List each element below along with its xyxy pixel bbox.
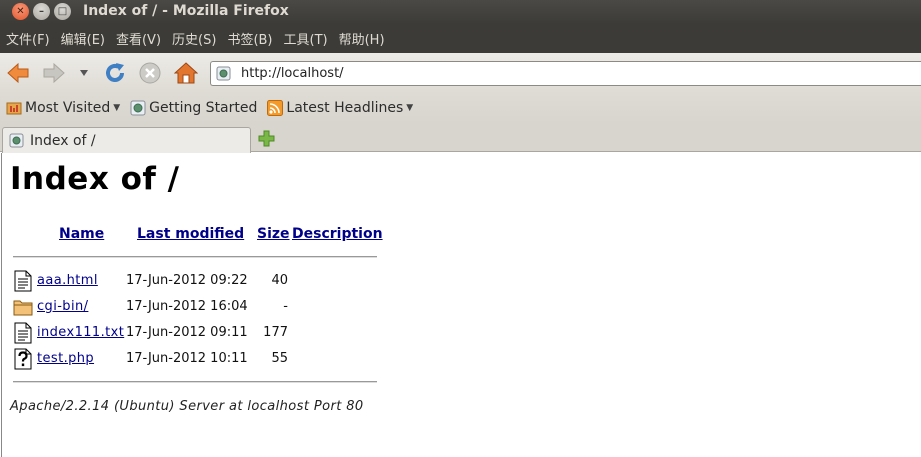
menu-file[interactable]: 文件(F): [6, 29, 50, 48]
chevron-down-icon: ▼: [406, 103, 414, 113]
tab-index[interactable]: Index of /: [2, 127, 251, 153]
reload-icon: [106, 63, 124, 82]
menu-bookmarks[interactable]: 书签(B): [227, 29, 272, 48]
bookmarks-toolbar: Most Visited ▼ Getting Started Latest He…: [0, 93, 921, 123]
window-maximize-button[interactable]: □: [54, 3, 71, 20]
chevron-down-icon: [80, 70, 88, 76]
bookmark-getting-started[interactable]: Getting Started: [130, 100, 257, 116]
file-link[interactable]: test.php: [37, 351, 94, 366]
bookmark-folder-icon: [6, 102, 22, 115]
server-signature: Apache/2.2.14 (Ubuntu) Server at localho…: [10, 399, 364, 414]
back-arrow-icon: [7, 62, 29, 84]
page-icon: [9, 133, 24, 148]
file-size: -: [283, 299, 288, 314]
bookmark-label: Getting Started: [149, 100, 258, 116]
tab-title: Index of /: [30, 132, 96, 149]
column-header-last-modified[interactable]: Last modified: [137, 226, 244, 242]
home-icon: [174, 62, 198, 84]
divider: [13, 256, 377, 258]
file-size: 177: [263, 325, 288, 340]
file-modified: 17-Jun-2012 09:22: [126, 273, 248, 288]
file-row: test.php 17-Jun-2012 10:11 55: [13, 348, 393, 370]
column-header-size[interactable]: Size: [257, 226, 290, 242]
bookmark-label: Latest Headlines: [286, 100, 404, 116]
file-modified: 17-Jun-2012 10:11: [126, 351, 248, 366]
address-bar[interactable]: http://localhost/: [210, 61, 921, 86]
page-content: Index of / Name Last modified Size Descr…: [1, 153, 921, 457]
menu-help[interactable]: 帮助(H): [339, 29, 385, 48]
back-button[interactable]: [6, 61, 30, 85]
column-header-name[interactable]: Name: [59, 226, 104, 242]
tab-bar: Index of /: [0, 123, 921, 153]
document-icon: [14, 322, 32, 344]
forward-button[interactable]: [42, 61, 66, 85]
home-button[interactable]: [174, 61, 198, 85]
window-title-bar: ✕ – □ Index of / - Mozilla Firefox: [0, 0, 921, 24]
window-title: Index of / - Mozilla Firefox: [83, 3, 289, 19]
rss-feed-icon: [267, 100, 284, 116]
folder-link[interactable]: cgi-bin/: [37, 299, 88, 314]
file-link[interactable]: index111.txt: [37, 325, 124, 340]
chevron-down-icon: ▼: [113, 103, 121, 113]
unknown-file-icon: [14, 348, 32, 370]
stop-icon: [139, 62, 161, 84]
file-row: index111.txt 17-Jun-2012 09:11 177: [13, 322, 393, 344]
menu-view[interactable]: 查看(V): [116, 29, 161, 48]
window-minimize-button[interactable]: –: [33, 3, 50, 20]
file-row: aaa.html 17-Jun-2012 09:22 40: [13, 270, 393, 292]
file-size: 40: [271, 273, 288, 288]
menu-history[interactable]: 历史(S): [172, 29, 216, 48]
page-title: Index of /: [10, 161, 180, 197]
menu-bar: 文件(F) 编辑(E) 查看(V) 历史(S) 书签(B) 工具(T) 帮助(H…: [0, 24, 921, 53]
file-row: cgi-bin/ 17-Jun-2012 16:04 -: [13, 296, 393, 318]
file-size: 55: [271, 351, 288, 366]
menu-tools[interactable]: 工具(T): [284, 29, 328, 48]
reload-button[interactable]: [103, 61, 127, 85]
bookmark-label: Most Visited: [25, 100, 111, 116]
bookmark-most-visited[interactable]: Most Visited ▼: [6, 100, 120, 116]
menu-edit[interactable]: 编辑(E): [61, 29, 105, 48]
file-link[interactable]: aaa.html: [37, 273, 98, 288]
history-dropdown-button[interactable]: [74, 61, 94, 85]
forward-arrow-icon: [43, 62, 65, 84]
file-modified: 17-Jun-2012 09:11: [126, 325, 248, 340]
site-identity-icon[interactable]: [216, 66, 231, 81]
divider: [13, 381, 377, 383]
stop-button[interactable]: [138, 61, 162, 85]
folder-icon: [13, 300, 33, 316]
column-header-description[interactable]: Description: [292, 226, 383, 242]
window-controls: ✕ – □: [12, 3, 71, 20]
file-modified: 17-Jun-2012 16:04: [126, 299, 248, 314]
page-icon: [130, 100, 146, 116]
address-bar-url[interactable]: http://localhost/: [241, 66, 344, 81]
bookmark-latest-headlines[interactable]: Latest Headlines ▼: [267, 100, 413, 116]
window-close-button[interactable]: ✕: [12, 3, 29, 20]
new-tab-plus-icon[interactable]: [258, 130, 275, 147]
document-icon: [14, 270, 32, 292]
